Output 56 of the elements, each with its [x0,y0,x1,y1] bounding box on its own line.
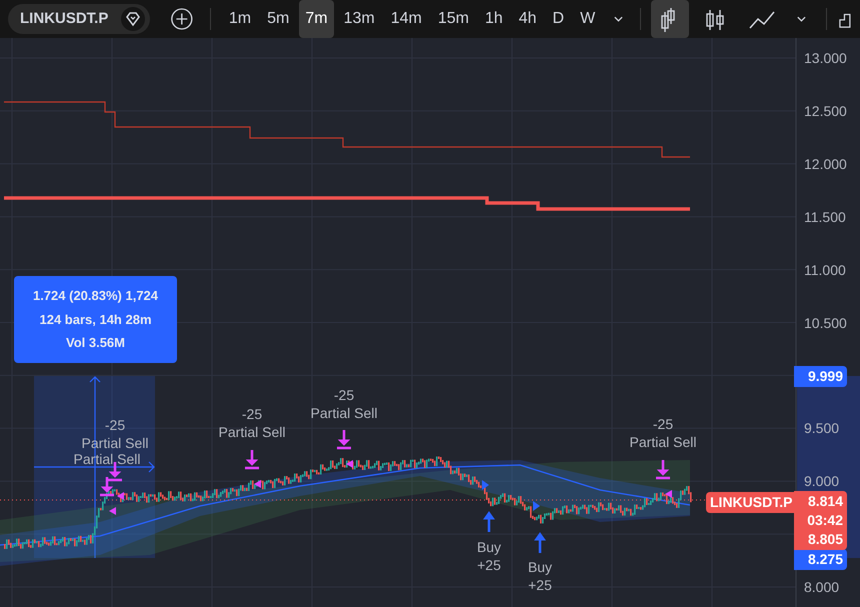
axis-tick-label: 11.000 [804,262,846,278]
countdown-text: 03:42 [807,511,843,530]
triangle-marker-icon [254,480,261,488]
price-label: 8.275 [794,549,847,570]
symbol-tag: LINKUSDT.P [706,492,796,513]
interval-tab[interactable]: 4h [512,0,543,38]
buy-label: Buy [476,538,502,556]
sell-label: Partial Sell [630,433,696,451]
quantity-label: +25 [477,556,501,574]
axis-tick-label: 11.500 [804,208,846,225]
axis-tick-label: 9.000 [804,473,840,490]
measurement-text: 1.724 (20.83%) 1,724 [32,287,158,306]
measurement-text: Vol 3.56M [66,334,125,352]
quantity-label: -25 [652,415,674,433]
interval-tab[interactable]: 1m [222,0,258,38]
interval-tab[interactable]: 1h [478,0,509,38]
triangle-marker-icon [482,480,489,490]
triangle-marker-icon [117,492,124,500]
triangle-marker-icon [109,507,116,515]
quantity-label: -25 [104,416,126,434]
interval-tab[interactable]: 14m [384,0,428,38]
quantity-label: -25 [334,386,354,404]
price-text: 8.805 [808,530,843,549]
axis-tick-label: 12.000 [804,156,847,172]
axis-tick-label: 9.500 [804,420,840,436]
chevron-down-icon[interactable] [796,15,806,23]
buy-arrow-icon [534,532,546,553]
sell-arrow-icon [337,430,351,450]
axis-tick-label: 8.000 [804,579,840,595]
interval-tab[interactable]: 5m [261,0,296,38]
price-label: 9.999 [794,366,847,387]
triangle-marker-icon [346,460,353,468]
axis-tick-label: 10.500 [804,314,847,330]
interval-tab[interactable]: W [574,0,602,38]
sell-arrow-icon [100,477,114,496]
interval-tab[interactable]: D [546,0,570,38]
sell-arrow-icon [656,460,670,480]
measurement-text: 124 bars, 14h 28m [39,310,152,329]
symbol-search-field[interactable]: LINKUSDT.P [8,4,150,34]
quantity-label: +25 [528,576,552,594]
buy-arrow-icon [483,511,495,532]
add-icon[interactable] [170,6,194,32]
interval-tab[interactable]: 15m [432,0,475,38]
buy-label: Buy [528,558,552,576]
sell-label: Partial Sell [310,404,378,422]
sell-label: Partial Sell [218,423,286,441]
axis-tick-label: 12.500 [804,102,847,119]
triangle-marker-icon [533,501,540,511]
interval-tab[interactable]: 13m [338,0,381,38]
sell-arrow-icon [245,450,259,470]
axis-tick-label: 13.000 [804,50,847,66]
quantity-label: -25 [242,405,262,423]
chevron-down-icon[interactable] [613,15,624,23]
interval-tab[interactable]: 7m [299,0,334,38]
price-text: 8.814 [808,492,843,511]
triangle-marker-icon [665,490,672,498]
